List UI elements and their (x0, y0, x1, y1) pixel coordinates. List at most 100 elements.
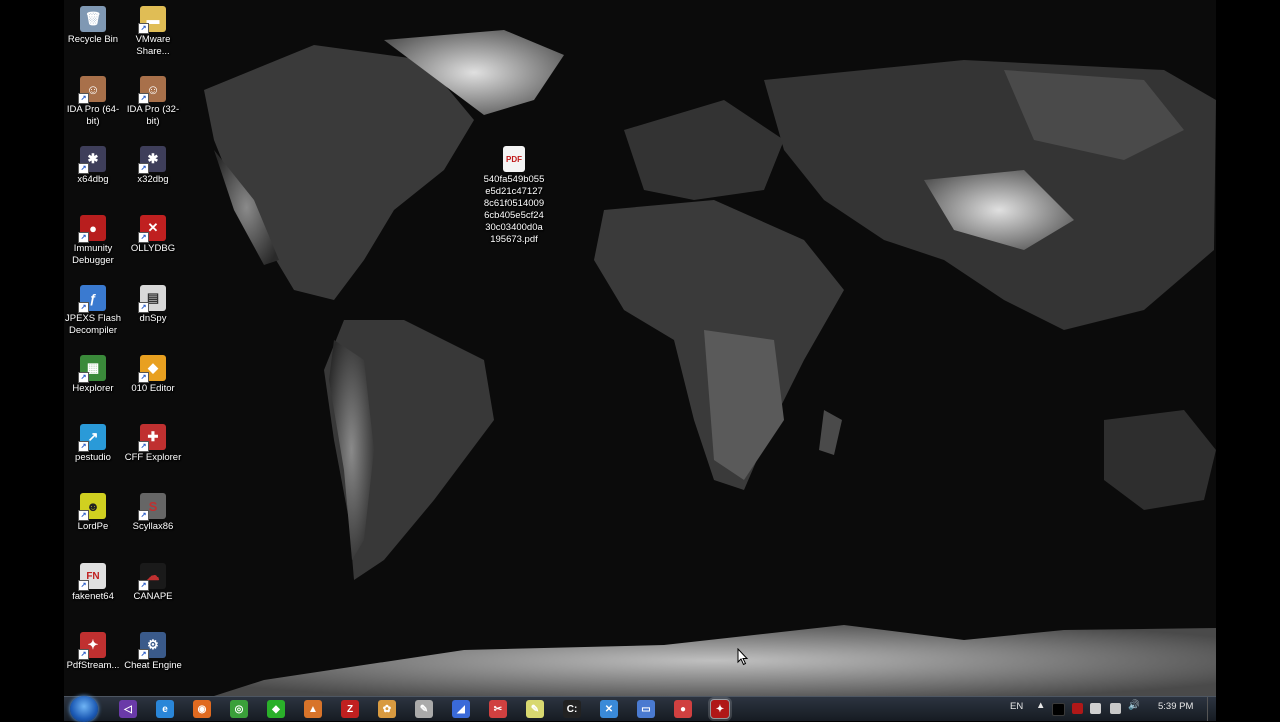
desktop-icon-fakenet64[interactable]: FN ↗ fakenet64 (64, 563, 123, 603)
process-tool-icon[interactable]: ✕ (600, 700, 618, 718)
desktop-icon-hexplorer[interactable]: ▦ ↗ Hexplorer (64, 355, 123, 395)
desktop-icon-vmware-share[interactable]: ▬ ↗ VMware Share... (123, 6, 183, 58)
icon-label: x32dbg (137, 174, 169, 185)
tool2-icon[interactable]: ✿ (378, 700, 396, 718)
icon-label: pestudio (75, 452, 111, 463)
desktop-icon-cheat-engine[interactable]: ⚙ ↗ Cheat Engine (123, 632, 183, 672)
windows-start-icon[interactable] (70, 696, 98, 722)
desktop-icon-canape[interactable]: ☁ ↗ CANAPE (123, 563, 183, 603)
icon-label: LordPe (77, 521, 109, 532)
taskbar: ◁ e ◉ ◎ ◆ ▲ Z ✿ ✎ ◢ ✂ ✎ C: ✕ ▭ ● ✦ EN ▲ 🔊 5:39 PM (64, 696, 1216, 722)
visual-studio-icon[interactable]: ◁ (119, 700, 137, 718)
icon-label: Immunity Debugger (72, 243, 114, 266)
volume-icon[interactable]: 🔊 (1128, 700, 1140, 711)
icon-label: 010 Editor (131, 383, 175, 394)
cheat-engine-icon: ⚙ ↗ (138, 632, 166, 660)
icon-label: dnSpy (139, 313, 167, 324)
icon-label: x64dbg (77, 174, 109, 185)
icon-label: Cheat Engine (124, 660, 182, 671)
icon-label: Hexplorer (72, 383, 114, 394)
pdf-filename-line-2: e5d21c47127 (485, 186, 543, 197)
tool-icon[interactable]: ▲ (304, 700, 322, 718)
clock[interactable]: 5:39 PM (1158, 701, 1193, 712)
green-diamond-icon[interactable]: ◆ (267, 700, 285, 718)
desktop-icon-lordpe[interactable]: ☻ ↗ LordPe (64, 493, 123, 533)
filezilla-icon[interactable]: Z (341, 700, 359, 718)
canape-icon: ☁ ↗ (138, 563, 166, 591)
desktop-pdf-file[interactable]: PDF 540fa549b055 e5d21c47127 8c61f051400… (480, 146, 548, 246)
red-tool-icon[interactable]: ✂ (489, 700, 507, 718)
immunity-icon: ● ↗ (78, 215, 106, 243)
desktop-icon-pestudio[interactable]: ↗ ↗ pestudio (64, 424, 123, 464)
pdf-filename-line-1: 540fa549b055 (483, 174, 545, 185)
tray-app-icon[interactable] (1052, 703, 1065, 716)
explorer-window-icon[interactable]: ▭ (637, 700, 655, 718)
hexplorer-icon: ▦ ↗ (78, 355, 106, 383)
language-indicator[interactable]: EN (1010, 701, 1023, 712)
ida-icon: ☺ ↗ (78, 76, 106, 104)
desktop-icon-010-editor[interactable]: ◆ ↗ 010 Editor (123, 355, 183, 395)
notepad-icon[interactable]: ✎ (526, 700, 544, 718)
cmd-icon[interactable]: C: (563, 700, 581, 718)
ida-icon: ☺ ↗ (138, 76, 166, 104)
desktop-icon-recycle-bin[interactable]: 🗑 Recycle Bin (64, 6, 123, 46)
cff-explorer-icon: ✚ ↗ (138, 424, 166, 452)
network-tool-icon[interactable]: ✎ (415, 700, 433, 718)
desktop-icon-dnspy[interactable]: ▤ ↗ dnSpy (123, 285, 183, 325)
icon-label: JPEXS Flash Decompiler (65, 313, 121, 336)
icon-label: OLLYDBG (130, 243, 176, 254)
desktop-icon-scylla[interactable]: S ↗ Scyllax86 (123, 493, 183, 533)
010-editor-icon: ◆ ↗ (138, 355, 166, 383)
pdf-file-icon: PDF (503, 146, 525, 172)
pdf-filename-line-4: 6cb405e5cf24 (484, 210, 544, 221)
pdf-filename-line-5: 30c03400d0a (485, 222, 543, 233)
icon-label: IDA Pro (64-bit) (66, 104, 120, 127)
scylla-icon: S ↗ (138, 493, 166, 521)
icon-label: IDA Pro (32-bit) (126, 104, 180, 127)
desktop-icon-jpexs[interactable]: ƒ ↗ JPEXS Flash Decompiler (64, 285, 123, 337)
chrome-icon[interactable]: ◎ (230, 700, 248, 718)
world-map-wallpaper (204, 30, 1216, 696)
desktop-icon-pdfstream[interactable]: ✦ ↗ PdfStream... (64, 632, 123, 672)
desktop-icon-immunity-debugger[interactable]: ● ↗ Immunity Debugger (64, 215, 123, 267)
recycle-bin-icon: 🗑 (80, 6, 106, 32)
icon-label: VMware Share... (135, 34, 171, 57)
desktop-icon-ida-pro-64[interactable]: ☺ ↗ IDA Pro (64-bit) (64, 76, 123, 128)
fakenet-icon: FN ↗ (78, 563, 106, 591)
icon-label: CANAPE (133, 591, 173, 602)
icon-label: PdfStream... (66, 660, 120, 671)
mouse-cursor-icon (737, 648, 749, 666)
icon-label: fakenet64 (72, 591, 114, 602)
desktop-icon-ollydbg[interactable]: ✕ ↗ OLLYDBG (123, 215, 183, 255)
pestudio-icon: ↗ ↗ (78, 424, 106, 452)
desktop-icon-x64dbg[interactable]: ✱ ↗ x64dbg (64, 146, 123, 186)
desktop-icon-cff-explorer[interactable]: ✚ ↗ CFF Explorer (123, 424, 183, 464)
acrobat-icon[interactable]: ✦ (710, 699, 730, 719)
x64dbg-icon: ✱ ↗ (78, 146, 106, 174)
desktop-icon-ida-pro-32[interactable]: ☺ ↗ IDA Pro (32-bit) (123, 76, 183, 128)
folder-icon: ▬ ↗ (138, 6, 166, 34)
x32dbg-icon: ✱ ↗ (138, 146, 166, 174)
tray-network-icon[interactable] (1110, 703, 1121, 714)
pdf-filename-line-3: 8c61f0514009 (483, 198, 545, 209)
icon-label: Scyllax86 (132, 521, 174, 532)
desktop[interactable]: 🗑 Recycle Bin ☺ ↗ IDA Pro (64-bit) ✱ ↗ x64… (64, 0, 1216, 696)
blue-app-icon[interactable]: ◢ (452, 700, 470, 718)
internet-explorer-icon[interactable]: e (156, 700, 174, 718)
jpexs-icon: ƒ ↗ (78, 285, 106, 313)
record-icon[interactable]: ● (674, 700, 692, 718)
lordpe-icon: ☻ ↗ (78, 493, 106, 521)
firefox-icon[interactable]: ◉ (193, 700, 211, 718)
pdf-filename-line-6: 195673.pdf (490, 234, 538, 245)
show-desktop-button[interactable] (1207, 697, 1216, 721)
show-hidden-icons-icon[interactable]: ▲ (1036, 700, 1045, 711)
tray-security-icon[interactable] (1090, 703, 1101, 714)
ollydbg-icon: ✕ ↗ (138, 215, 166, 243)
icon-label: CFF Explorer (124, 452, 182, 463)
pdf-badge: PDF (506, 154, 522, 164)
pdfstream-icon: ✦ ↗ (78, 632, 106, 660)
tray-acrobat-icon[interactable] (1072, 703, 1083, 714)
dnspy-icon: ▤ ↗ (138, 285, 166, 313)
desktop-icon-x32dbg[interactable]: ✱ ↗ x32dbg (123, 146, 183, 186)
icon-label: Recycle Bin (67, 34, 119, 45)
